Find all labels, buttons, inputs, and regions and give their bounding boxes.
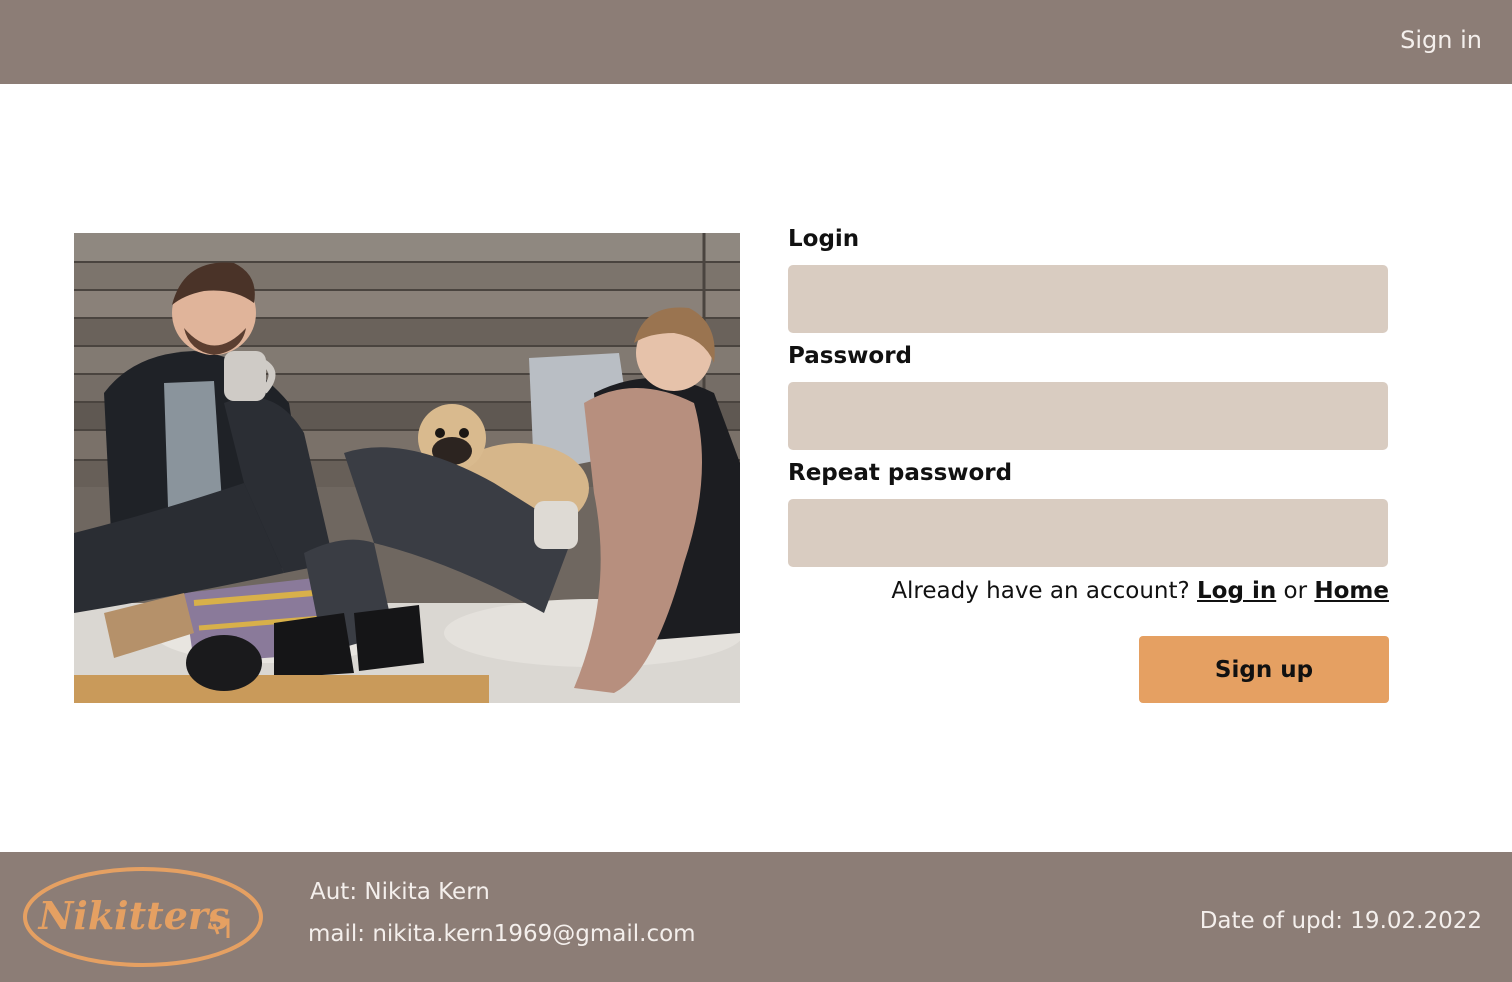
login-input[interactable]: [788, 265, 1388, 333]
password-label: Password: [788, 343, 912, 369]
sign-up-button[interactable]: Sign up: [1139, 636, 1389, 703]
author-text: Aut: Nikita Kern: [310, 879, 490, 905]
logo-text: Nikitters: [38, 893, 230, 938]
login-label: Login: [788, 226, 860, 252]
home-link[interactable]: Home: [1314, 578, 1389, 604]
sign-in-link[interactable]: Sign in: [1400, 26, 1482, 54]
or-text: or: [1283, 578, 1308, 604]
hero-photo: [74, 233, 740, 703]
account-prompt-text: Already have an account?: [891, 578, 1190, 604]
log-in-link[interactable]: Log in: [1197, 578, 1276, 604]
update-date-text: Date of upd: 19.02.2022: [1199, 908, 1482, 934]
mail-text: mail: nikita.kern1969@gmail.com: [308, 921, 696, 947]
repeat-password-label: Repeat password: [788, 460, 1013, 486]
account-prompt-line: Already have an account? Log in or Home: [891, 578, 1389, 604]
nikitters-logo[interactable]: Nikitters: [22, 866, 264, 968]
footer: Nikitters Aut: Nikita Kern mail: nikita.…: [0, 852, 1512, 982]
top-bar: Sign in: [0, 0, 1512, 84]
repeat-password-input[interactable]: [788, 499, 1388, 567]
password-input[interactable]: [788, 382, 1388, 450]
